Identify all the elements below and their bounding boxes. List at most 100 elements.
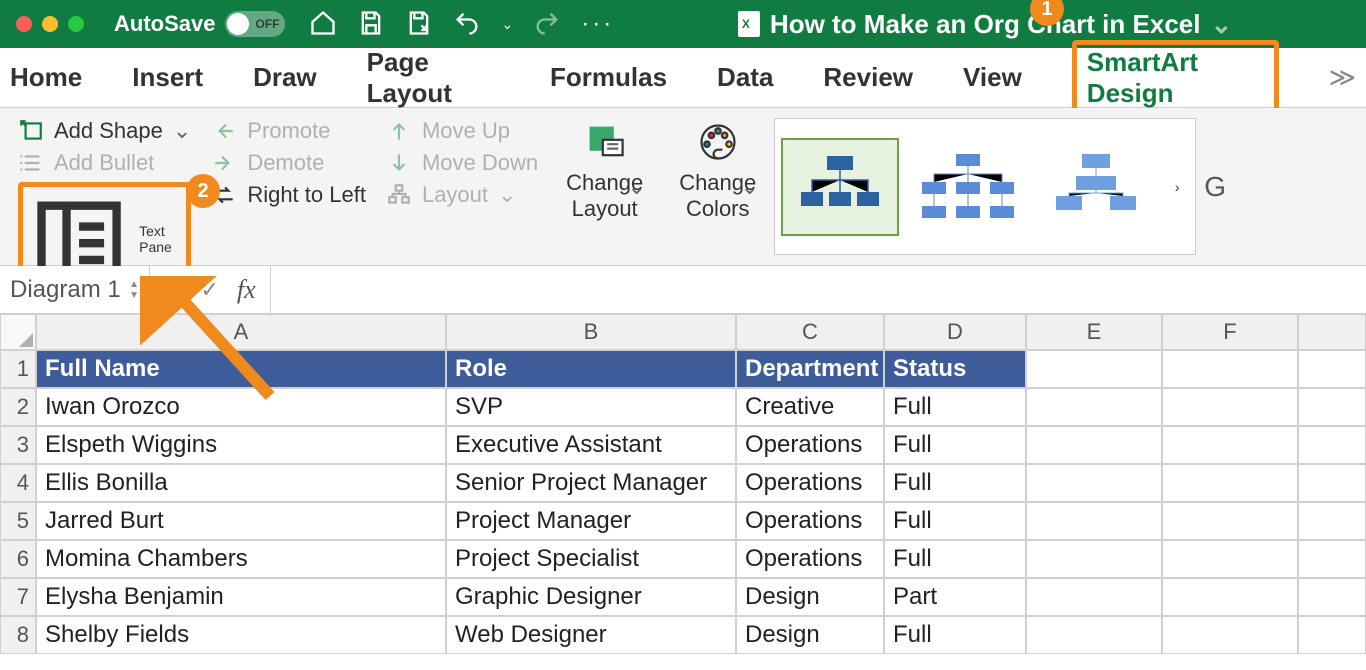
demote-button[interactable]: Demote <box>211 150 366 176</box>
layout-thumb-1[interactable] <box>781 138 899 236</box>
header-cell[interactable]: Role <box>446 350 736 388</box>
row-header-7[interactable]: 7 <box>0 578 36 616</box>
data-cell[interactable]: Creative <box>736 388 884 426</box>
row-header-5[interactable]: 5 <box>0 502 36 540</box>
empty-cell[interactable] <box>1162 350 1298 388</box>
redo-icon[interactable] <box>533 9 561 40</box>
select-all-corner[interactable] <box>0 314 36 350</box>
row-header-4[interactable]: 4 <box>0 464 36 502</box>
empty-cell[interactable] <box>1026 578 1162 616</box>
empty-cell[interactable] <box>1298 388 1366 426</box>
row-header-6[interactable]: 6 <box>0 540 36 578</box>
empty-cell[interactable] <box>1026 464 1162 502</box>
column-header-D[interactable]: D <box>884 314 1026 350</box>
empty-cell[interactable] <box>1162 388 1298 426</box>
tab-formulas[interactable]: Formulas <box>550 62 667 93</box>
title-dropdown-icon[interactable]: ⌄ <box>1210 9 1232 40</box>
data-cell[interactable]: Design <box>736 578 884 616</box>
empty-cell[interactable] <box>1298 578 1366 616</box>
autosave-toggle[interactable]: AutoSave OFF <box>114 11 285 37</box>
empty-cell[interactable] <box>1162 540 1298 578</box>
layout-thumb-3[interactable] <box>1037 138 1155 236</box>
empty-cell[interactable] <box>1026 616 1162 654</box>
move-down-button[interactable]: Move Down <box>386 150 538 176</box>
empty-cell[interactable] <box>1298 350 1366 388</box>
empty-cell[interactable] <box>1026 426 1162 464</box>
data-cell[interactable]: SVP <box>446 388 736 426</box>
name-box[interactable]: Diagram 1 ▲▼ <box>0 266 150 313</box>
data-cell[interactable]: Full <box>884 502 1026 540</box>
empty-cell[interactable] <box>1298 616 1366 654</box>
data-cell[interactable]: Design <box>736 616 884 654</box>
data-cell[interactable]: Full <box>884 616 1026 654</box>
column-header-E[interactable]: E <box>1026 314 1162 350</box>
layout-thumb-2[interactable] <box>909 138 1027 236</box>
data-cell[interactable]: Full <box>884 464 1026 502</box>
data-cell[interactable]: Operations <box>736 540 884 578</box>
header-cell[interactable]: Status <box>884 350 1026 388</box>
column-header-C[interactable]: C <box>736 314 884 350</box>
data-cell[interactable]: Operations <box>736 464 884 502</box>
toggle-switch[interactable]: OFF <box>225 11 285 37</box>
data-cell[interactable]: Web Designer <box>446 616 736 654</box>
header-cell[interactable]: Department <box>736 350 884 388</box>
row-header-2[interactable]: 2 <box>0 388 36 426</box>
home-icon[interactable] <box>309 9 337 40</box>
name-box-spinner[interactable]: ▲▼ <box>129 279 139 301</box>
tab-home[interactable]: Home <box>10 62 82 93</box>
change-colors-button[interactable]: Change Colors ⌄ <box>661 112 774 261</box>
row-header-8[interactable]: 8 <box>0 616 36 654</box>
row-header-1[interactable]: 1 <box>0 350 36 388</box>
undo-dropdown-icon[interactable]: ⌄ <box>501 16 513 33</box>
tabs-overflow-icon[interactable]: ≫ <box>1329 62 1356 93</box>
gallery-more-button[interactable]: › <box>1165 179 1189 195</box>
empty-cell[interactable] <box>1298 502 1366 540</box>
empty-cell[interactable] <box>1162 464 1298 502</box>
save-icon[interactable] <box>357 9 385 40</box>
data-cell[interactable]: Shelby Fields <box>36 616 446 654</box>
tab-draw[interactable]: Draw <box>253 62 317 93</box>
data-cell[interactable]: Elspeth Wiggins <box>36 426 446 464</box>
move-up-button[interactable]: Move Up <box>386 118 538 144</box>
data-cell[interactable]: Part <box>884 578 1026 616</box>
close-window-icon[interactable] <box>16 16 32 32</box>
empty-cell[interactable] <box>1162 502 1298 540</box>
formula-input[interactable] <box>270 266 1366 313</box>
column-header-F[interactable]: F <box>1162 314 1298 350</box>
data-cell[interactable]: Operations <box>736 502 884 540</box>
data-cell[interactable]: Operations <box>736 426 884 464</box>
data-cell[interactable]: Project Specialist <box>446 540 736 578</box>
add-bullet-button[interactable]: Add Bullet <box>18 150 191 176</box>
empty-cell[interactable] <box>1026 502 1162 540</box>
layout-button[interactable]: Layout ⌄ <box>386 182 538 208</box>
tab-smartart-design[interactable]: SmartArt Design <box>1072 40 1279 116</box>
tab-insert[interactable]: Insert <box>132 62 203 93</box>
data-cell[interactable]: Momina Chambers <box>36 540 446 578</box>
data-cell[interactable]: Executive Assistant <box>446 426 736 464</box>
tab-view[interactable]: View <box>963 62 1022 93</box>
column-header-extra[interactable] <box>1298 314 1366 350</box>
minimize-window-icon[interactable] <box>42 16 58 32</box>
empty-cell[interactable] <box>1298 426 1366 464</box>
empty-cell[interactable] <box>1026 388 1162 426</box>
change-layout-button[interactable]: Change Layout ⌄ <box>548 112 661 261</box>
data-cell[interactable]: Jarred Burt <box>36 502 446 540</box>
data-cell[interactable]: Senior Project Manager <box>446 464 736 502</box>
empty-cell[interactable] <box>1162 616 1298 654</box>
data-cell[interactable]: Graphic Designer <box>446 578 736 616</box>
data-cell[interactable]: Full <box>884 388 1026 426</box>
save-as-icon[interactable] <box>405 9 433 40</box>
tab-page-layout[interactable]: Page Layout <box>367 47 500 109</box>
empty-cell[interactable] <box>1298 540 1366 578</box>
empty-cell[interactable] <box>1162 578 1298 616</box>
tab-data[interactable]: Data <box>717 62 773 93</box>
data-cell[interactable]: Full <box>884 426 1026 464</box>
column-header-B[interactable]: B <box>446 314 736 350</box>
add-shape-button[interactable]: Add Shape ⌄ <box>18 118 191 144</box>
data-cell[interactable]: Project Manager <box>446 502 736 540</box>
row-header-3[interactable]: 3 <box>0 426 36 464</box>
empty-cell[interactable] <box>1298 464 1366 502</box>
data-cell[interactable]: Full <box>884 540 1026 578</box>
empty-cell[interactable] <box>1162 426 1298 464</box>
empty-cell[interactable] <box>1026 540 1162 578</box>
